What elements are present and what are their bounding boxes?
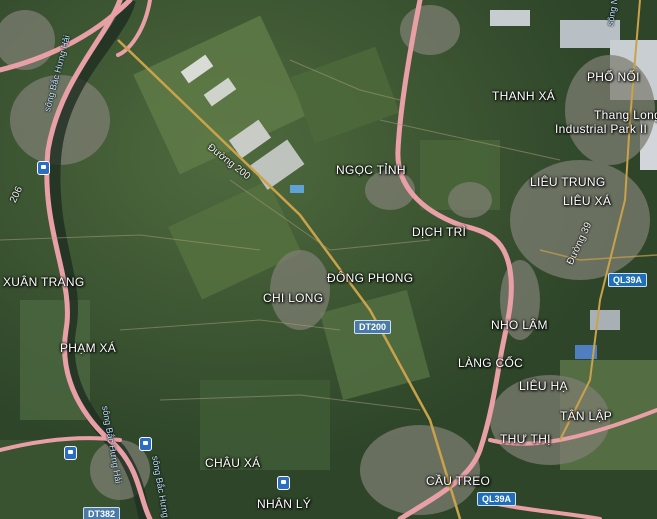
place-label-xuan-trang: XUÂN TRANG — [3, 275, 85, 289]
place-label-chau-xa: CHÂU XÁ — [205, 456, 261, 470]
route-shield-ql39a-south[interactable]: QL39A — [477, 492, 517, 506]
place-label-pham-xa: PHẠM XÁ — [60, 341, 117, 355]
bus-stop-icon[interactable] — [139, 437, 152, 451]
place-label-lieu-ha: LIÊU HẠ — [519, 379, 568, 393]
route-shield-dt200[interactable]: DT200 — [354, 320, 392, 334]
place-label-lieu-xa: LIÊU XÁ — [563, 194, 612, 208]
place-label-chi-long: CHI LONG — [263, 291, 324, 305]
route-shield-ql39a-north[interactable]: QL39A — [608, 273, 648, 287]
place-label-thanh-xa: THANH XÁ — [492, 89, 556, 103]
place-label-dich-tri: DỊCH TRÌ — [412, 225, 467, 239]
place-label-ngoc-tinh: NGỌC TỈNH — [336, 163, 406, 177]
place-label-cau-treo: CẦU TREO — [426, 474, 491, 488]
place-label-nhan-ly: NHÂN LÝ — [257, 497, 312, 511]
bus-stop-icon[interactable] — [277, 476, 290, 490]
route-shield-dt382[interactable]: DT382 — [83, 507, 121, 519]
bus-stop-icon[interactable] — [64, 446, 77, 460]
place-label-dong-phong: ĐÔNG PHONG — [327, 271, 414, 285]
place-label-industrial-park: Industrial Park II — [555, 122, 648, 136]
satellite-map[interactable]: PHỐ NỐI THANH XÁ Thang Long Industrial P… — [0, 0, 657, 519]
place-label-nho-lam: NHO LÂM — [491, 318, 548, 332]
place-label-tan-lap: TÂN LẬP — [560, 409, 613, 423]
map-base-layer — [0, 0, 657, 519]
place-label-pho-noi: PHỐ NỐI — [587, 70, 640, 84]
place-label-thang-long: Thang Long — [594, 108, 657, 122]
place-label-lang-coc: LÀNG CỐC — [458, 356, 524, 370]
place-label-lieu-trung: LIÊU TRUNG — [530, 175, 606, 189]
bus-stop-icon[interactable] — [37, 161, 50, 175]
place-label-thu-thi: THƯ THỊ — [500, 432, 551, 446]
